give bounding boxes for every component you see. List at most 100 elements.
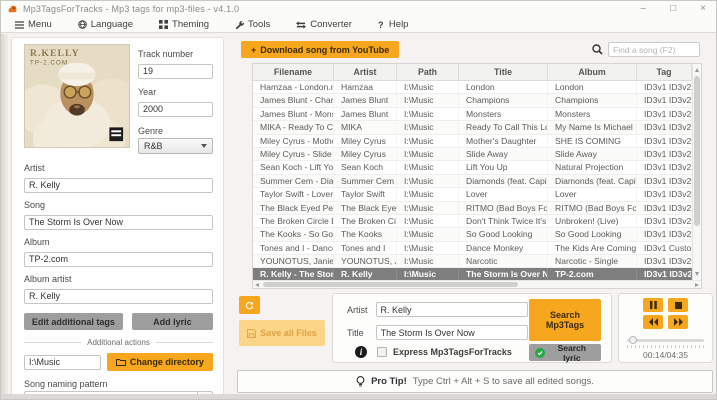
column-header[interactable]: Album [548, 64, 637, 80]
rewind-button[interactable] [643, 315, 663, 329]
horizontal-scrollbar-thumb[interactable] [263, 282, 518, 287]
column-header[interactable]: Title [459, 64, 548, 80]
cell-title: Slide Away [459, 147, 548, 161]
stop-button[interactable] [668, 298, 688, 312]
track-number-field[interactable] [138, 63, 213, 79]
menu-item-menu[interactable]: Menu [15, 19, 52, 30]
pause-button[interactable] [643, 298, 663, 312]
express-checkbox[interactable] [377, 347, 387, 357]
album-artist-field[interactable] [24, 288, 213, 304]
minimize-button[interactable]: – [641, 2, 647, 16]
cell-album: SHE IS COMING [548, 134, 637, 147]
table-row[interactable]: Tones and I - Dance Mon...Tones and II:\… [253, 241, 692, 256]
cell-album: TP-2.com [548, 268, 637, 280]
table-row[interactable]: Miley Cyrus - Slide Away....Miley CyrusI… [253, 147, 692, 162]
cell-title: Narcotic [459, 255, 548, 268]
menu-item-label: Tools [248, 19, 271, 30]
detail-artist-label: Artist [347, 304, 368, 315]
scroll-right-icon[interactable] [695, 282, 699, 287]
cell-artist: Taylor Swift [334, 188, 397, 201]
menu-item-theming[interactable]: Theming [159, 19, 209, 30]
table-row[interactable]: The Kooks - So Good Loo...The KooksI:\Mu… [253, 228, 692, 242]
table-body: Hamzaa - London.mp3HamzaaI:\MusicLondonL… [253, 81, 692, 280]
edit-additional-tags-button[interactable]: Edit additional tags [24, 313, 123, 330]
menu-item-tools[interactable]: Tools [235, 19, 270, 30]
scroll-up-icon[interactable] [695, 68, 699, 72]
cell-title: Dance Monkey [459, 241, 548, 255]
cell-tag: ID3v1 ID3v2 C [637, 201, 692, 214]
scroll-left-icon[interactable] [255, 282, 259, 287]
cell-tag: ID3v1 ID3v2 C [637, 174, 692, 188]
vertical-scrollbar[interactable] [692, 64, 701, 280]
album-field[interactable] [24, 251, 213, 267]
table-row[interactable]: MIKA - Ready To Call Thi...MIKAI:\MusicR… [253, 121, 692, 135]
wrench-icon [235, 21, 244, 29]
song-field[interactable] [24, 214, 213, 230]
titlebar: Mp3TagsForTracks - Mp3 tags for mp3-file… [1, 1, 716, 17]
change-directory-button[interactable]: Change directory [106, 353, 213, 371]
genre-value: R&B [144, 141, 163, 151]
search-area [592, 42, 700, 57]
menu-item-help[interactable]: ? Help [378, 19, 409, 30]
chevron-down-icon [201, 144, 207, 148]
year-field[interactable] [138, 101, 213, 117]
detail-artist-field[interactable] [375, 302, 528, 317]
artist-field[interactable] [24, 177, 213, 193]
download-youtube-button[interactable]: + Download song from YouTube [241, 41, 400, 58]
table-row[interactable]: Summer Cem - Diamond...Summer CemI:\Musi… [253, 174, 692, 189]
cell-path: I:\Music [397, 241, 459, 255]
seek-slider-track[interactable] [627, 339, 704, 342]
forward-button[interactable] [668, 315, 688, 329]
save-all-files-button[interactable]: Save all Files [239, 320, 325, 346]
search-lyric-button[interactable]: Search lyric [529, 343, 601, 363]
table-row[interactable]: James Blunt - Champion...James BluntI:\M… [253, 94, 692, 108]
cell-album: My Name Is Michael Holbro... [548, 121, 637, 134]
info-icon[interactable]: i [355, 346, 367, 358]
left-decorative-strip [1, 34, 8, 399]
table-row[interactable]: James Blunt - Monsters....James BluntI:\… [253, 107, 692, 122]
save-icon [247, 328, 257, 338]
menu-item-label: Converter [310, 19, 352, 30]
maximize-button[interactable]: □ [670, 2, 676, 16]
cell-path: I:\Music [397, 174, 459, 188]
scroll-down-icon[interactable] [695, 272, 699, 276]
column-header[interactable]: Filename [253, 64, 334, 80]
vertical-scrollbar-thumb[interactable] [694, 76, 700, 226]
column-header[interactable]: Path [397, 64, 459, 80]
window-controls: – □ × [641, 2, 706, 16]
table-row[interactable]: The Broken Circle Breakd...The Broken Ci… [253, 214, 692, 229]
column-header[interactable]: Artist [334, 64, 397, 80]
refresh-icon [245, 301, 254, 309]
menu-item-language[interactable]: Language [77, 19, 133, 30]
cell-title: Ready To Call This Love [459, 121, 548, 134]
pro-tip-text: Type Ctrl + Alt + S to save all edited s… [412, 376, 594, 387]
table-row[interactable]: Taylor Swift - Lover.mp3Taylor SwiftI:\M… [253, 188, 692, 202]
horizontal-scrollbar[interactable] [253, 280, 701, 288]
add-lyric-button[interactable]: Add lyric [131, 313, 213, 330]
close-button[interactable]: × [700, 2, 706, 16]
seek-slider-thumb[interactable] [629, 336, 637, 344]
directory-field[interactable] [24, 354, 101, 370]
table-row[interactable]: R. Kelly - The Storm Is O...R. KellyI:\M… [253, 268, 692, 280]
table-row[interactable]: The Black Eyed Peas - RI...The Black Eye… [253, 201, 692, 215]
cell-album: Monsters [548, 107, 637, 121]
pro-tip-title: Pro Tip! [371, 376, 407, 387]
cell-path: I:\Music [397, 134, 459, 147]
refresh-button[interactable] [239, 296, 260, 314]
column-header[interactable]: Tag [637, 64, 692, 80]
cell-artist: The Broken Circle Br... [334, 214, 397, 228]
detail-title-field[interactable] [375, 325, 528, 340]
genre-dropdown[interactable]: R&B [138, 138, 213, 154]
search-mp3tags-button[interactable]: Search Mp3Tags [529, 299, 601, 341]
table-row[interactable]: Hamzaa - London.mp3HamzaaI:\MusicLondonL… [253, 81, 692, 95]
folder-icon [115, 359, 126, 366]
seek-slider[interactable] [627, 336, 704, 344]
swap-arrows-icon [296, 20, 307, 29]
download-youtube-label: Download song from YouTube [260, 44, 390, 55]
table-row[interactable]: YOUNOTUS, Janieck & S...YOUNOTUS, Janiec… [253, 255, 692, 269]
cell-filename: Tones and I - Dance Mon... [253, 241, 334, 255]
menu-item-converter[interactable]: Converter [296, 19, 352, 30]
search-input[interactable] [608, 42, 700, 57]
table-row[interactable]: Sean Koch - Lift You Up....Sean KochI:\M… [253, 161, 692, 175]
table-row[interactable]: Miley Cyrus - Mother's D...Miley CyrusI:… [253, 134, 692, 148]
